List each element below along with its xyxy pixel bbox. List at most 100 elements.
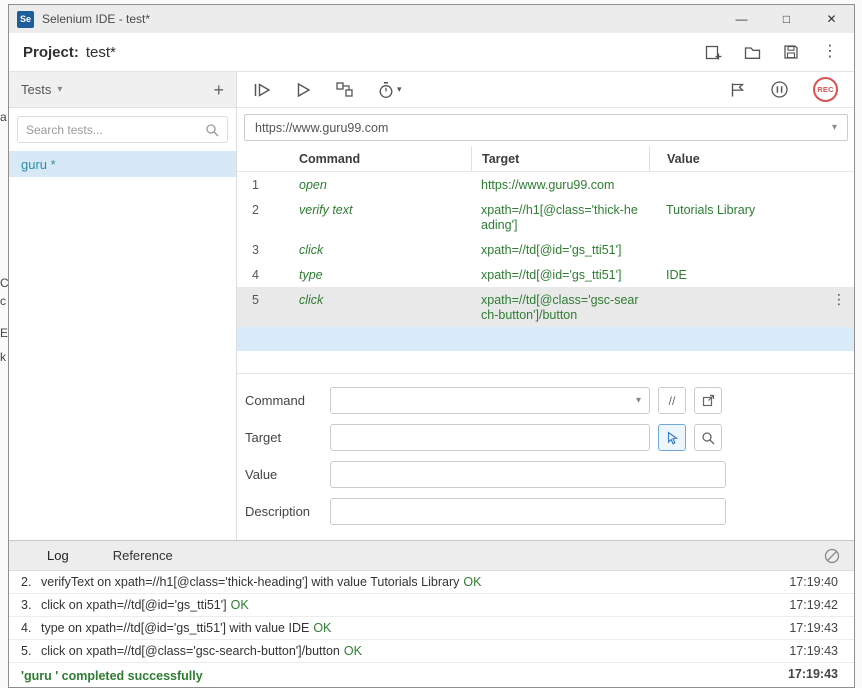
content-area: Tests ▾ + guru * bbox=[9, 72, 854, 540]
search-tests-input[interactable] bbox=[26, 122, 205, 137]
chevron-down-icon: ▾ bbox=[397, 84, 402, 94]
log-panel: Log Reference 2. verifyText on xpath=//h1… bbox=[9, 540, 854, 687]
cursor-icon bbox=[667, 430, 679, 445]
log-entry-status: OK bbox=[463, 575, 482, 589]
value-cell bbox=[649, 287, 854, 327]
log-entry-status: OK bbox=[230, 598, 249, 612]
log-entry-text: click on xpath=//td[@id='gs_tti51'] bbox=[41, 598, 227, 612]
toggle-comment-button[interactable]: // bbox=[658, 387, 686, 414]
pause-on-exceptions-button[interactable] bbox=[770, 80, 789, 99]
log-entry-status: OK bbox=[343, 644, 362, 658]
log-entry-text: click on xpath=//td[@class='gsc-search-b… bbox=[41, 644, 340, 658]
command-editor-form: Command ▾ // Target Value Description bbox=[237, 374, 854, 535]
table-row[interactable]: 1 open https://www.guru99.com bbox=[237, 172, 854, 197]
background-fragment: E bbox=[0, 326, 8, 340]
command-cell: open bbox=[299, 178, 327, 192]
more-menu-button[interactable]: ⋮ bbox=[820, 42, 840, 62]
select-target-button[interactable] bbox=[658, 424, 686, 451]
row-menu-button[interactable]: ⋮ bbox=[832, 292, 846, 306]
background-fragment: a bbox=[0, 110, 7, 124]
log-entry-text: verifyText on xpath=//h1[@class='thick-h… bbox=[41, 575, 460, 589]
value-column-header: Value bbox=[649, 146, 854, 171]
log-entry-time: 17:19:40 bbox=[789, 575, 838, 589]
chevron-down-icon[interactable]: ▾ bbox=[832, 122, 837, 133]
tests-header: Tests ▾ + bbox=[9, 72, 236, 108]
log-tab-bar: Log Reference bbox=[9, 541, 854, 571]
test-name: guru * bbox=[21, 156, 56, 172]
base-url-combobox[interactable]: https://www.guru99.com ▾ bbox=[244, 114, 848, 141]
table-row[interactable]: 3 click xpath=//td[@id='gs_tti51'] bbox=[237, 237, 854, 262]
tab-reference[interactable]: Reference bbox=[91, 541, 195, 570]
find-target-button[interactable] bbox=[694, 424, 722, 451]
test-list-item-guru[interactable]: guru * bbox=[9, 151, 236, 177]
search-icon bbox=[206, 123, 219, 136]
target-input[interactable] bbox=[330, 424, 650, 451]
log-entry-status: OK bbox=[313, 621, 332, 635]
title-bar[interactable]: Se Selenium IDE - test* — □ ✕ bbox=[9, 5, 854, 33]
log-success-time: 17:19:43 bbox=[787, 667, 838, 681]
command-table: Command Target Value 1 open https://www.… bbox=[237, 146, 854, 374]
search-icon bbox=[702, 431, 715, 444]
chevron-down-icon[interactable]: ▾ bbox=[57, 84, 62, 95]
command-cell: type bbox=[299, 268, 323, 282]
value-input[interactable] bbox=[330, 461, 726, 488]
row-number: 5 bbox=[252, 293, 259, 307]
comment-icon: // bbox=[668, 393, 676, 408]
command-column-header: Command bbox=[299, 151, 361, 166]
value-cell: Tutorials Library bbox=[666, 203, 756, 217]
value-cell bbox=[649, 237, 854, 262]
project-bar: Project: test* ⋮ bbox=[9, 33, 854, 72]
record-button[interactable]: REC bbox=[813, 77, 838, 102]
main-panel: ▾ REC https://www.guru99.com ▾ Command T… bbox=[237, 72, 854, 540]
command-cell: click bbox=[299, 243, 324, 257]
tests-dropdown[interactable]: Tests bbox=[21, 82, 51, 97]
window-title: Selenium IDE - test* bbox=[42, 12, 151, 26]
step-over-button[interactable] bbox=[335, 81, 354, 98]
command-cell: verify text bbox=[299, 203, 353, 217]
table-row[interactable]: 2 verify text xpath=//h1[@class='thick-h… bbox=[237, 197, 854, 237]
maximize-icon: □ bbox=[782, 12, 791, 26]
kebab-menu-icon: ⋮ bbox=[822, 43, 838, 60]
value-field-label: Value bbox=[245, 467, 278, 482]
target-cell: xpath=//td[@class='gsc-search-button']/b… bbox=[481, 293, 639, 322]
log-entry: 2. verifyText on xpath=//h1[@class='thick… bbox=[9, 571, 854, 594]
table-row-selected[interactable]: 5 click xpath=//td[@class='gsc-search-bu… bbox=[237, 287, 854, 327]
open-project-button[interactable] bbox=[742, 42, 762, 62]
new-project-button[interactable] bbox=[703, 42, 723, 62]
log-success-message: 'guru ' completed successfully 17:19:43 bbox=[9, 663, 854, 686]
add-test-button[interactable]: + bbox=[213, 81, 224, 99]
target-cell: xpath=//h1[@class='thick-heading'] bbox=[481, 203, 638, 232]
tab-log[interactable]: Log bbox=[25, 541, 91, 570]
save-project-button[interactable] bbox=[781, 42, 801, 62]
play-icon bbox=[297, 82, 311, 97]
minimize-button[interactable]: — bbox=[719, 5, 764, 33]
project-label: Project: bbox=[23, 43, 79, 61]
tests-sidebar: Tests ▾ + guru * bbox=[9, 72, 237, 540]
log-entry-number: 4. bbox=[21, 621, 32, 635]
base-url-value: https://www.guru99.com bbox=[255, 120, 389, 135]
clear-log-button[interactable] bbox=[824, 548, 840, 564]
chevron-down-icon[interactable]: ▾ bbox=[636, 395, 641, 406]
description-input[interactable] bbox=[330, 498, 726, 525]
close-button[interactable]: ✕ bbox=[809, 5, 854, 33]
test-speed-button[interactable]: ▾ bbox=[378, 81, 402, 99]
external-link-icon bbox=[702, 394, 714, 407]
value-cell bbox=[649, 172, 854, 197]
background-fragment: c bbox=[0, 294, 6, 308]
target-column-header: Target bbox=[471, 146, 649, 171]
empty-row[interactable] bbox=[237, 351, 854, 374]
disable-breakpoints-button[interactable] bbox=[729, 82, 746, 98]
target-cell: https://www.guru99.com bbox=[481, 178, 615, 192]
run-current-test-button[interactable] bbox=[296, 82, 311, 98]
table-row[interactable]: 4 type xpath=//td[@id='gs_tti51'] IDE bbox=[237, 262, 854, 287]
minimize-icon: — bbox=[735, 12, 748, 26]
row-number: 4 bbox=[252, 268, 259, 282]
maximize-button[interactable]: □ bbox=[764, 5, 809, 33]
insertion-row[interactable] bbox=[237, 327, 854, 351]
command-select[interactable]: ▾ bbox=[330, 387, 650, 414]
project-name: test* bbox=[85, 43, 116, 61]
step-over-icon bbox=[336, 82, 353, 97]
background-fragment: C bbox=[0, 276, 8, 290]
open-reference-button[interactable] bbox=[694, 387, 722, 414]
run-all-tests-button[interactable] bbox=[253, 82, 272, 98]
